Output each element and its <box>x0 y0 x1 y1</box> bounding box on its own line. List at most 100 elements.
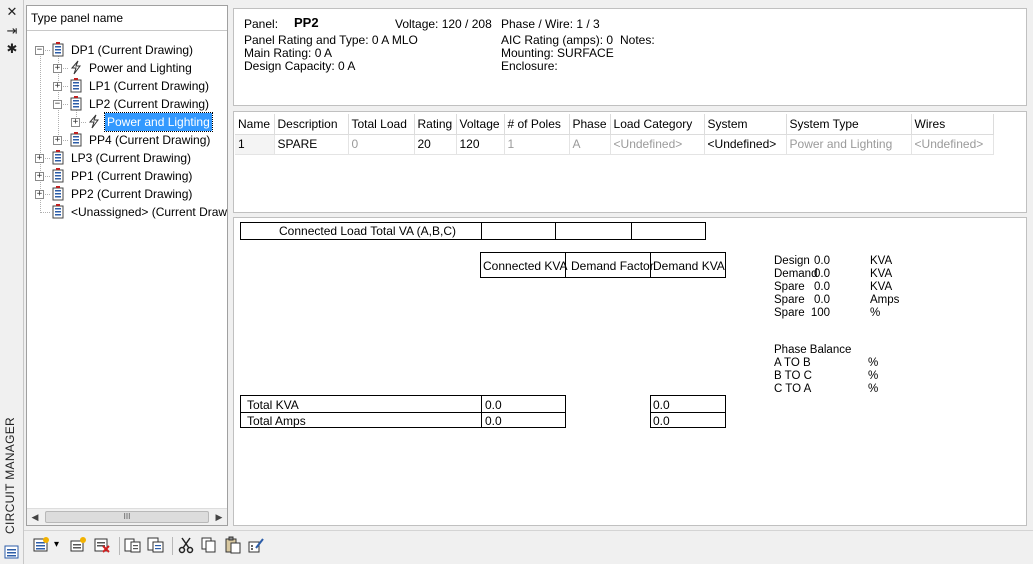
tree-node[interactable]: + Power and Lighting <box>27 112 227 132</box>
grid-cell[interactable]: A <box>569 134 611 155</box>
column-header[interactable]: Wires <box>911 114 994 135</box>
column-header[interactable]: System <box>704 114 787 135</box>
new-panel-dropdown-arrow[interactable]: ▾ <box>54 536 64 556</box>
tree-node[interactable]: − DP1 (Current Drawing) <box>27 41 227 59</box>
grid-cell[interactable]: SPARE <box>274 134 349 155</box>
scroll-right-arrow-icon[interactable]: ▶ <box>213 511 225 523</box>
tree-node[interactable]: − LP2 (Current Drawing) <box>27 95 227 113</box>
phase-balance-label: B TO C <box>774 370 812 382</box>
column-header[interactable]: Total Load <box>348 114 415 135</box>
calculator-icon[interactable] <box>247 536 267 556</box>
palette-menu-icon[interactable] <box>4 544 20 560</box>
palette-title: CIRCUIT MANAGER <box>3 417 17 534</box>
grid-cell[interactable]: 120 <box>456 134 505 155</box>
panel-icon <box>51 42 65 57</box>
column-header[interactable]: System Type <box>786 114 912 135</box>
new-circuit-icon[interactable] <box>69 536 89 556</box>
tree-node-label[interactable]: DP1 (Current Drawing) <box>69 41 195 59</box>
tree-node[interactable]: + PP2 (Current Drawing) <box>27 185 227 203</box>
load-summary: Connected Load Total VA (A,B,C) Connecte… <box>233 217 1027 526</box>
delete-icon[interactable] <box>93 536 113 556</box>
total-amps-demand: 0.0 <box>653 414 670 428</box>
tree-node-label[interactable]: Power and Lighting <box>104 112 213 132</box>
stat-value: 0.0 <box>814 281 830 293</box>
totals-connected-box: Total KVA Total Amps 0.0 0.0 <box>240 395 566 428</box>
copy-icon[interactable] <box>200 536 220 556</box>
tree-node-label[interactable]: PP1 (Current Drawing) <box>69 167 194 185</box>
phase-balance-label: A TO B <box>774 357 811 369</box>
stat-value: 100 <box>810 307 830 319</box>
tree-node-label[interactable]: LP3 (Current Drawing) <box>69 149 193 167</box>
phase-balance-unit: % <box>868 357 879 369</box>
grid-cell[interactable]: <Undefined> <box>911 134 994 155</box>
panel-name: PP2 <box>294 15 319 30</box>
phase-balance-unit: % <box>868 383 879 395</box>
gear-icon[interactable]: ✱ <box>4 41 20 57</box>
panel-search-input[interactable] <box>27 6 227 31</box>
column-header[interactable]: # of Poles <box>504 114 570 135</box>
stat-unit: Amps <box>870 294 900 306</box>
column-header[interactable]: Rating <box>414 114 457 135</box>
expand-icon[interactable]: + <box>35 154 44 163</box>
tree-node-label[interactable]: PP2 (Current Drawing) <box>69 185 194 203</box>
tree-node-label[interactable]: Power and Lighting <box>87 59 194 77</box>
total-amps-connected: 0.0 <box>485 414 502 428</box>
stat-unit: KVA <box>870 255 893 267</box>
panel-icon <box>51 186 65 201</box>
grid-cell[interactable]: 0 <box>348 134 415 155</box>
expand-icon[interactable]: + <box>53 136 62 145</box>
expand-icon[interactable]: + <box>53 82 62 91</box>
grid-cell[interactable]: 1 <box>235 134 275 155</box>
collapse-icon[interactable]: − <box>35 46 44 55</box>
stat-value: 0.0 <box>814 268 830 280</box>
enclosure-label: Enclosure: <box>501 59 558 73</box>
grid-cell[interactable]: 20 <box>414 134 457 155</box>
tree-node[interactable]: <Unassigned> (Current Drawi <box>27 203 227 221</box>
tree-horizontal-scrollbar[interactable]: ◀ III ▶ <box>27 508 227 525</box>
column-header[interactable]: Description <box>274 114 349 135</box>
voltage-value: Voltage: 120 / 208 <box>395 17 492 31</box>
column-header[interactable]: Load Category <box>610 114 705 135</box>
generate-schedule-icon[interactable] <box>124 536 144 556</box>
grid-cell[interactable]: <Undefined> <box>610 134 705 155</box>
column-header[interactable]: Phase <box>569 114 611 135</box>
expand-icon[interactable]: + <box>35 190 44 199</box>
grid-cell[interactable]: Power and Lighting <box>786 134 912 155</box>
panel-info-header: Panel: PP2 Voltage: 120 / 208 Phase / Wi… <box>233 8 1027 106</box>
column-header[interactable]: Voltage <box>456 114 505 135</box>
circuit-row[interactable]: 1 SPARE 0 20 120 1 A <Undefined> <Undefined> Powe… <box>235 134 994 155</box>
tree-node[interactable]: + LP3 (Current Drawing) <box>27 149 227 167</box>
tree-node-label[interactable]: PP4 (Current Drawing) <box>87 131 212 149</box>
collapse-icon[interactable]: − <box>53 100 62 109</box>
close-icon[interactable]: ✕ <box>4 4 20 20</box>
total-kva-demand: 0.0 <box>653 398 670 412</box>
tree-node[interactable]: + PP1 (Current Drawing) <box>27 167 227 185</box>
paste-icon[interactable] <box>224 536 244 556</box>
palette-title-bar: ✕ ⇥ ✱ CIRCUIT MANAGER <box>0 0 24 564</box>
expand-icon[interactable]: + <box>35 172 44 181</box>
tree-node[interactable]: + LP1 (Current Drawing) <box>27 77 227 95</box>
update-schedule-icon[interactable] <box>147 536 167 556</box>
expand-icon[interactable]: + <box>53 64 62 73</box>
expand-icon[interactable]: + <box>71 118 80 127</box>
grid-cell[interactable]: <Undefined> <box>704 134 787 155</box>
scroll-thumb[interactable]: III <box>45 511 209 523</box>
main-rating: Main Rating: 0 A <box>244 46 333 60</box>
total-amps-label: Total Amps <box>247 414 306 428</box>
grid-cell[interactable]: 1 <box>504 134 570 155</box>
tree-node[interactable]: + PP4 (Current Drawing) <box>27 131 227 149</box>
tree-node-label[interactable]: LP1 (Current Drawing) <box>87 77 211 95</box>
phase-balance-label: C TO A <box>774 383 812 395</box>
new-panel-icon[interactable] <box>32 536 52 556</box>
panel-icon <box>69 96 83 111</box>
column-header[interactable]: Name <box>235 114 275 135</box>
tree-node[interactable]: + Power and Lighting <box>27 59 227 77</box>
tree-node-label[interactable]: <Unassigned> (Current Drawi <box>69 203 227 221</box>
connected-load-total-row: Connected Load Total VA (A,B,C) <box>240 222 706 240</box>
stat-value: 0.0 <box>814 255 830 267</box>
cut-icon[interactable] <box>177 536 197 556</box>
autohide-icon[interactable]: ⇥ <box>4 23 20 39</box>
tree-node-label[interactable]: LP2 (Current Drawing) <box>87 95 211 113</box>
scroll-left-arrow-icon[interactable]: ◀ <box>29 511 41 523</box>
total-kva-connected: 0.0 <box>485 398 502 412</box>
